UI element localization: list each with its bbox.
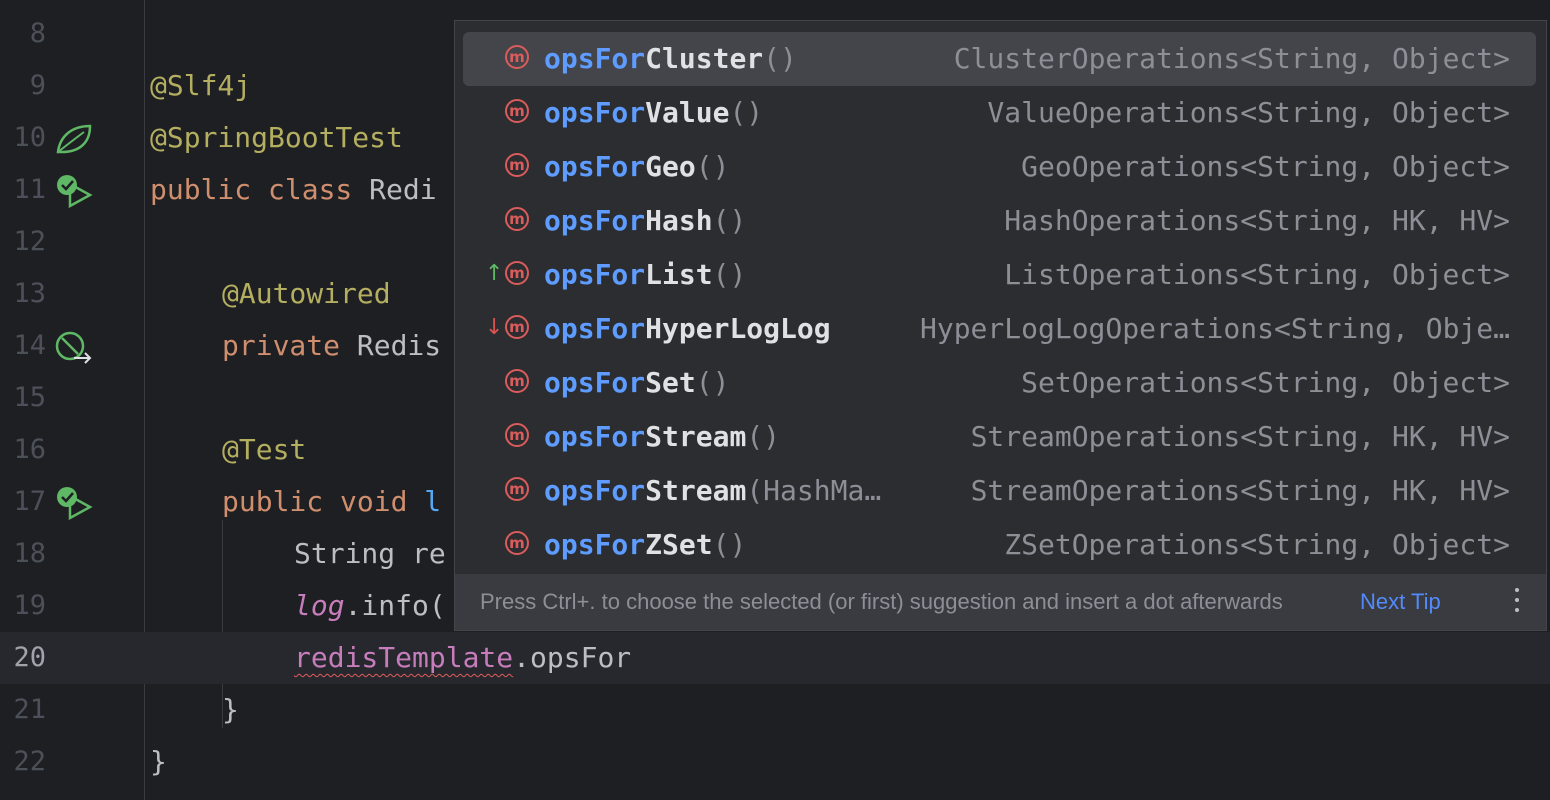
return-type: ZSetOperations<String, Object>	[1004, 528, 1510, 561]
next-tip-link[interactable]: Next Tip	[1360, 574, 1441, 630]
code-text: }	[150, 745, 167, 778]
tip-text: Press Ctrl+. to choose the selected (or …	[480, 589, 1283, 614]
code-text: log.info(	[294, 589, 446, 622]
line-number: 16	[13, 434, 46, 465]
return-type: ValueOperations<String, Object>	[987, 96, 1510, 129]
arrow-up-icon: ↑	[485, 261, 504, 286]
code-line[interactable]: 22 }	[0, 736, 1550, 788]
code-text: public void l	[222, 485, 442, 518]
return-type: ListOperations<String, Object>	[1004, 258, 1510, 291]
return-type: SetOperations<String, Object>	[1021, 366, 1510, 399]
completion-item[interactable]: m opsForGeo() GeoOperations<String, Obje…	[463, 140, 1536, 194]
run-test-passed-icon[interactable]	[54, 486, 94, 520]
line-number: 14	[13, 330, 46, 361]
line-number: 21	[13, 694, 46, 725]
method-icon: m	[505, 477, 529, 501]
line-number: 11	[13, 174, 46, 205]
line-number: 9	[29, 70, 46, 101]
method-icon: m	[505, 99, 529, 123]
code-line[interactable]: 21 }	[0, 684, 1550, 736]
line-number: 10	[13, 122, 46, 153]
code-text: @SpringBootTest	[150, 121, 403, 154]
completion-item[interactable]: m opsForStream(HashMa… StreamOperations<…	[463, 464, 1536, 518]
line-number: 20	[13, 642, 46, 673]
method-icon: m	[505, 261, 529, 285]
line-number: 15	[13, 382, 46, 413]
completion-item[interactable]: ↑ m opsForList() ListOperations<String, …	[463, 248, 1536, 302]
return-type: HashOperations<String, HK, HV>	[1004, 204, 1510, 237]
code-line-current[interactable]: 20 redisTemplate.opsFor	[0, 632, 1550, 684]
line-number: 17	[13, 486, 46, 517]
method-icon: m	[505, 531, 529, 555]
return-type: ClusterOperations<String, Object>	[953, 42, 1510, 75]
line-number: 18	[13, 538, 46, 569]
code-text: redisTemplate.opsFor	[294, 641, 632, 674]
code-completion-popup[interactable]: m opsForCluster() ClusterOperations<Stri…	[454, 20, 1547, 631]
line-number: 8	[29, 18, 46, 49]
method-icon: m	[505, 153, 529, 177]
return-type: HyperLogLogOperations<String, Obje…	[919, 312, 1510, 345]
completion-item[interactable]: m opsForSet() SetOperations<String, Obje…	[463, 356, 1536, 410]
code-text: @Slf4j	[150, 69, 252, 102]
method-icon: m	[505, 45, 529, 69]
completion-item[interactable]: m opsForZSet() ZSetOperations<String, Ob…	[463, 518, 1536, 572]
completion-item[interactable]: m opsForHash() HashOperations<String, HK…	[463, 194, 1536, 248]
line-number: 22	[13, 746, 46, 777]
navigate-to-bean-icon[interactable]	[54, 330, 94, 364]
code-text: }	[222, 693, 239, 726]
code-text: @Autowired	[222, 277, 391, 310]
more-options-icon[interactable]	[1514, 588, 1520, 616]
completion-item[interactable]: m opsForCluster() ClusterOperations<Stri…	[463, 32, 1536, 86]
return-type: StreamOperations<String, HK, HV>	[970, 474, 1510, 507]
spring-leaf-icon[interactable]	[54, 122, 94, 156]
return-type: StreamOperations<String, HK, HV>	[970, 420, 1510, 453]
completion-tip-bar: Press Ctrl+. to choose the selected (or …	[455, 574, 1546, 630]
run-test-passed-icon[interactable]	[54, 174, 94, 208]
method-icon: m	[505, 315, 529, 339]
code-text: private Redis	[222, 329, 442, 362]
completion-item[interactable]: m opsForStream() StreamOperations<String…	[463, 410, 1536, 464]
completion-item[interactable]: m opsForValue() ValueOperations<String, …	[463, 86, 1536, 140]
line-number: 19	[13, 590, 46, 621]
arrow-down-icon: ↓	[485, 315, 504, 340]
line-number: 13	[13, 278, 46, 309]
line-number: 12	[13, 226, 46, 257]
return-type: GeoOperations<String, Object>	[1021, 150, 1510, 183]
method-icon: m	[505, 423, 529, 447]
method-icon: m	[505, 207, 529, 231]
code-text: @Test	[222, 433, 307, 466]
code-text: String re	[294, 537, 446, 570]
code-text: public class Redi	[150, 173, 437, 206]
error-underline: redisTemplate	[294, 641, 514, 674]
completion-item[interactable]: ↓ m opsForHyperLogLog HyperLogLogOperati…	[463, 302, 1536, 356]
method-icon: m	[505, 369, 529, 393]
